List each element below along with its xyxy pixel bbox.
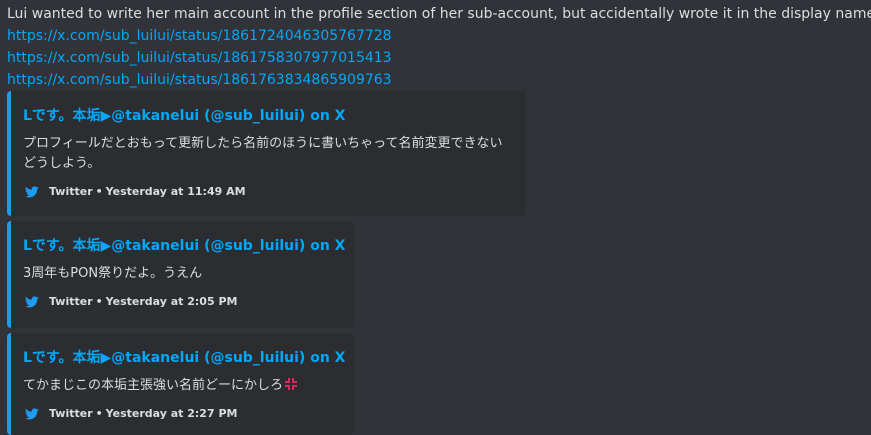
tweet-link-2[interactable]: https://x.com/sub_luilui/status/18617583… bbox=[7, 47, 392, 69]
embed-description: てかまじこの本垢主張強い名前どーにかしろ bbox=[23, 376, 338, 396]
message-content: Lui wanted to write her main account in … bbox=[7, 3, 871, 25]
embed-author-link[interactable]: Lです。本垢▶@takanelui (@sub_luilui) on X bbox=[23, 349, 345, 367]
embed-description: 3周年もPON祭りだよ。うえん bbox=[23, 266, 203, 281]
embed-description-text: てかまじこの本垢主張強い名前どーにかしろ bbox=[23, 378, 284, 393]
embed-footer: Twitter • Yesterday at 2:27 PM bbox=[23, 406, 338, 422]
embed-timestamp: Yesterday at 2:27 PM bbox=[105, 407, 238, 420]
tweet-embed: Lです。本垢▶@takanelui (@sub_luilui) on X 3周年… bbox=[7, 221, 354, 328]
embed-description: プロフィールだとおもって更新したら名前のほうに書いちゃって名前変更できないどうし… bbox=[23, 136, 503, 171]
embed-provider: Twitter bbox=[49, 407, 93, 420]
anger-symbol-icon bbox=[285, 378, 298, 390]
twitter-bird-icon bbox=[25, 186, 39, 198]
embed-provider: Twitter bbox=[49, 185, 93, 198]
tweet-embed: Lです。本垢▶@takanelui (@sub_luilui) on X プロフ… bbox=[7, 91, 526, 216]
message-text: Lui wanted to write her main account in … bbox=[7, 6, 871, 22]
tweet-link-1[interactable]: https://x.com/sub_luilui/status/18617240… bbox=[7, 25, 392, 47]
tweet-embed: Lです。本垢▶@takanelui (@sub_luilui) on X てかま… bbox=[7, 333, 354, 435]
footer-separator: • bbox=[95, 295, 103, 308]
chat-message: Lui wanted to write her main account in … bbox=[7, 3, 871, 91]
embed-provider: Twitter bbox=[49, 295, 93, 308]
embed-timestamp: Yesterday at 11:49 AM bbox=[105, 185, 246, 198]
tweet-link-3[interactable]: https://x.com/sub_luilui/status/18617638… bbox=[7, 69, 392, 91]
embed-author-link[interactable]: Lです。本垢▶@takanelui (@sub_luilui) on X bbox=[23, 237, 345, 255]
embed-author-link[interactable]: Lです。本垢▶@takanelui (@sub_luilui) on X bbox=[23, 107, 510, 125]
embed-timestamp: Yesterday at 2:05 PM bbox=[105, 295, 238, 308]
embed-footer: Twitter • Yesterday at 2:05 PM bbox=[23, 294, 338, 310]
twitter-bird-icon bbox=[25, 408, 39, 420]
embed-footer: Twitter • Yesterday at 11:49 AM bbox=[23, 184, 510, 200]
twitter-bird-icon bbox=[25, 296, 39, 308]
footer-separator: • bbox=[95, 407, 103, 420]
footer-separator: • bbox=[95, 185, 103, 198]
